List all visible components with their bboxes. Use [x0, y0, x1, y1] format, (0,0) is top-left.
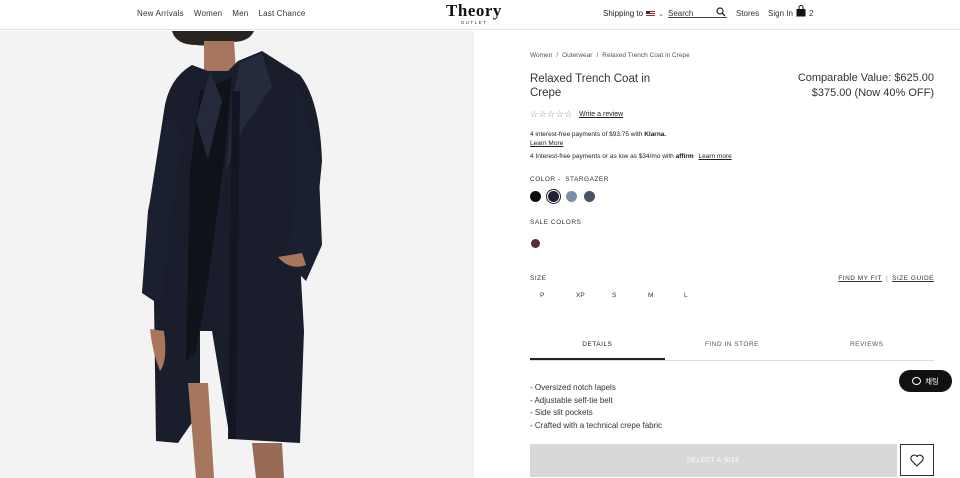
detail-item: - Crafted with a technical crepe fabric: [530, 420, 663, 430]
product-title: Relaxed Trench Coat in Crepe: [530, 73, 651, 99]
size-option-p[interactable]: P: [540, 292, 576, 299]
sign-in-link[interactable]: Sign In: [768, 9, 793, 18]
sale-price: $375.00 (Now 40% OFF): [811, 87, 934, 99]
nav-women[interactable]: Women: [194, 9, 222, 18]
product-image[interactable]: [0, 31, 474, 478]
size-option-l[interactable]: L: [684, 292, 720, 299]
sale-colors-label: SALE COLORS: [530, 219, 582, 226]
bag-count: 2: [809, 9, 814, 18]
klarna-learn-more-link[interactable]: Learn More: [530, 140, 563, 147]
search-placeholder: Search: [668, 9, 694, 18]
color-swatch-stargazer[interactable]: [545, 188, 562, 205]
affirm-text: 4 Interest-free payments or as low as $3…: [530, 153, 674, 160]
tab-reviews[interactable]: REVIEWS: [799, 333, 934, 360]
search-input[interactable]: Search: [668, 7, 727, 18]
affirm-learn-more-link[interactable]: Learn more: [698, 153, 731, 160]
product-photo-illustration: [0, 31, 474, 478]
details-list: - Oversized notch lapels - Adjustable se…: [530, 382, 662, 432]
breadcrumb-separator: /: [596, 52, 599, 59]
select-size-button[interactable]: SELECT A SIZE: [530, 444, 897, 477]
site-header: New Arrivals Women Men Last Chance Theor…: [0, 0, 960, 30]
product-details-panel: Women / Outerwear / Relaxed Trench Coat in C…: [475, 31, 960, 478]
klarna-text: 4 interest-free payments of $93.75 with: [530, 131, 643, 138]
size-links: FIND MY FIT | SIZE GUIDE: [838, 275, 934, 282]
size-guide-link[interactable]: SIZE GUIDE: [892, 275, 934, 282]
color-label: COLOR - STARGAZER: [530, 176, 609, 183]
breadcrumb-women[interactable]: Women: [530, 52, 552, 59]
size-label: SIZE: [530, 275, 547, 282]
main-nav: New Arrivals Women Men Last Chance: [137, 9, 306, 18]
affirm-logo: affirm: [675, 153, 694, 160]
tab-details[interactable]: DETAILS: [530, 333, 665, 360]
detail-item: - Side slit pockets: [530, 408, 593, 417]
sale-color-swatch[interactable]: [531, 239, 540, 248]
find-my-fit-link[interactable]: FIND MY FIT: [838, 275, 882, 282]
rating-stars[interactable]: ☆☆☆☆☆: [530, 109, 573, 120]
size-option-s[interactable]: S: [612, 292, 648, 299]
size-options: P XP S M L: [540, 292, 720, 299]
divider: |: [885, 275, 889, 282]
nav-new-arrivals[interactable]: New Arrivals: [137, 9, 184, 18]
nav-men[interactable]: Men: [232, 9, 248, 18]
color-swatch-slate[interactable]: [584, 191, 595, 202]
detail-item: - Adjustable self-tie belt: [530, 395, 613, 405]
heart-icon: [910, 454, 924, 467]
size-option-m[interactable]: M: [648, 292, 684, 299]
chat-bubble-icon: [912, 377, 922, 385]
search-icon[interactable]: [716, 7, 726, 17]
wishlist-button[interactable]: [900, 444, 934, 476]
logo-text: Theory: [446, 1, 502, 20]
logo-subtext: OUTLET: [460, 20, 488, 25]
shipping-label: Shipping to: [603, 9, 644, 18]
shipping-selector[interactable]: Shipping to ⌄: [603, 9, 664, 18]
us-flag-icon: [646, 10, 656, 17]
color-swatches: [530, 188, 595, 205]
tab-find-in-store[interactable]: FIND IN STORE: [665, 333, 800, 360]
stores-link[interactable]: Stores: [736, 9, 759, 18]
comparable-price: Comparable Value: $625.00: [797, 72, 934, 84]
breadcrumb-outerwear[interactable]: Outerwear: [562, 52, 592, 59]
shopping-bag-icon[interactable]: [796, 5, 806, 17]
nav-last-chance[interactable]: Last Chance: [258, 9, 305, 18]
product-tabs: DETAILS FIND IN STORE REVIEWS: [530, 333, 934, 361]
chat-button[interactable]: 채팅: [899, 370, 952, 392]
breadcrumb-separator: /: [556, 52, 559, 59]
size-option-xp[interactable]: XP: [576, 292, 612, 299]
breadcrumb-current: Relaxed Trench Coat in Crepe: [602, 52, 690, 59]
breadcrumb: Women / Outerwear / Relaxed Trench Coat in C…: [530, 52, 690, 59]
affirm-message: 4 Interest-free payments or as low as $3…: [530, 153, 732, 160]
color-swatch-light-blue[interactable]: [566, 191, 577, 202]
klarna-message: 4 interest-free payments of $93.75 with …: [530, 131, 666, 138]
detail-item: - Oversized notch lapels: [530, 383, 616, 392]
color-swatch-black[interactable]: [530, 191, 541, 202]
chevron-down-icon: ⌄: [658, 10, 664, 18]
chat-label: 채팅: [925, 376, 939, 386]
write-review-link[interactable]: Write a review: [579, 111, 623, 118]
site-logo[interactable]: Theory OUTLET: [440, 2, 508, 26]
klarna-logo: Klarna.: [644, 131, 667, 138]
